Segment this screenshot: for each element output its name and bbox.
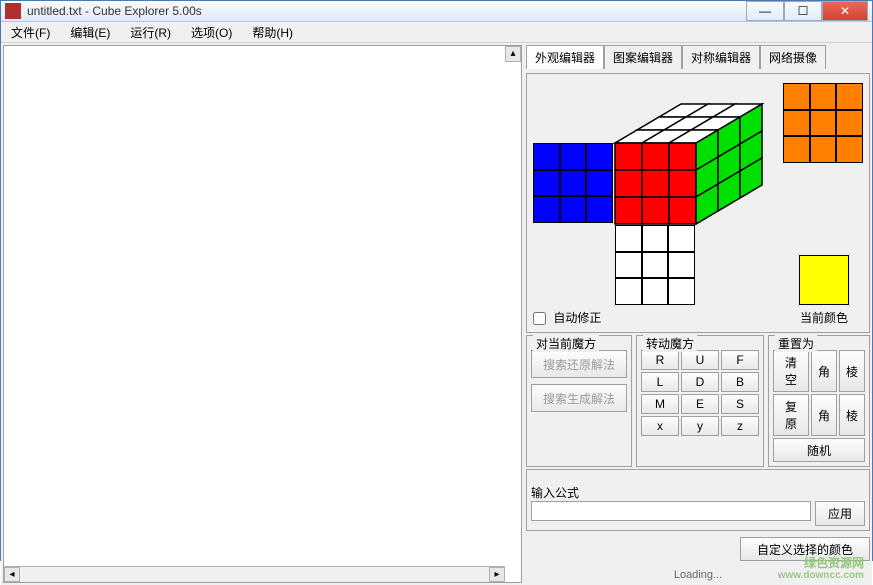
formula-input[interactable] bbox=[531, 501, 811, 521]
turn-R-button[interactable]: R bbox=[641, 350, 679, 370]
scroll-left-button[interactable]: ◂ bbox=[4, 567, 20, 582]
titlebar: untitled.txt - Cube Explorer 5.00s — ☐ ✕ bbox=[1, 1, 872, 22]
menubar: 文件(F) 编辑(E) 运行(R) 选项(O) 帮助(H) bbox=[1, 22, 872, 43]
reset-edge-button-1[interactable]: 棱 bbox=[839, 350, 865, 392]
turn-E-button[interactable]: E bbox=[681, 394, 719, 414]
reset-edge-button-2[interactable]: 棱 bbox=[839, 394, 865, 436]
loading-status: Loading... bbox=[526, 567, 870, 583]
reset-random-button[interactable]: 随机 bbox=[773, 438, 865, 462]
face-back[interactable] bbox=[783, 83, 863, 163]
menu-file[interactable]: 文件(F) bbox=[5, 22, 56, 43]
menu-run[interactable]: 运行(R) bbox=[124, 22, 177, 43]
group-formula-legend: 输入公式 bbox=[531, 486, 579, 500]
reset-clear-button[interactable]: 清空 bbox=[773, 350, 809, 392]
face-front[interactable] bbox=[615, 143, 696, 224]
auto-fix-checkbox[interactable]: 自动修正 bbox=[533, 311, 601, 325]
search-restore-button[interactable]: 搜索还原解法 bbox=[531, 350, 627, 378]
turn-M-button[interactable]: M bbox=[641, 394, 679, 414]
tab-appearance[interactable]: 外观编辑器 bbox=[526, 45, 604, 69]
tab-row: 外观编辑器 图案编辑器 对称编辑器 网络摄像 bbox=[526, 45, 870, 69]
reset-corner-button-2[interactable]: 角 bbox=[811, 394, 837, 436]
group-turn-legend: 转动魔方 bbox=[643, 335, 697, 352]
group-reset-legend: 重置为 bbox=[775, 335, 817, 352]
tab-webcam[interactable]: 网络摄像 bbox=[760, 45, 826, 69]
app-icon bbox=[5, 3, 21, 19]
custom-color-button[interactable]: 自定义选择的颜色 bbox=[740, 537, 870, 561]
turn-L-button[interactable]: L bbox=[641, 372, 679, 392]
turn-B-button[interactable]: B bbox=[721, 372, 759, 392]
turn-y-button[interactable]: y bbox=[681, 416, 719, 436]
search-generate-button[interactable]: 搜索生成解法 bbox=[531, 384, 627, 412]
scroll-right-button[interactable]: ▸ bbox=[489, 567, 505, 582]
current-color-swatch[interactable] bbox=[799, 255, 849, 305]
tab-symmetry[interactable]: 对称编辑器 bbox=[682, 45, 760, 69]
scroll-up-button[interactable]: ▴ bbox=[505, 46, 521, 62]
turn-U-button[interactable]: U bbox=[681, 350, 719, 370]
reset-restore-button[interactable]: 复原 bbox=[773, 394, 809, 436]
turn-F-button[interactable]: F bbox=[721, 350, 759, 370]
current-color-label: 当前颜色 bbox=[799, 309, 849, 326]
face-down[interactable] bbox=[615, 225, 695, 305]
window-title: untitled.txt - Cube Explorer 5.00s bbox=[27, 4, 746, 18]
turn-x-button[interactable]: x bbox=[641, 416, 679, 436]
group-current-legend: 对当前魔方 bbox=[533, 335, 599, 352]
maximize-button[interactable]: ☐ bbox=[784, 1, 822, 21]
menu-options[interactable]: 选项(O) bbox=[185, 22, 238, 43]
cube-panel: 自动修正 当前颜色 bbox=[526, 73, 870, 333]
turn-D-button[interactable]: D bbox=[681, 372, 719, 392]
text-editor-pane[interactable]: ▴ ◂ ▸ bbox=[3, 45, 522, 583]
turn-z-button[interactable]: z bbox=[721, 416, 759, 436]
minimize-button[interactable]: — bbox=[746, 1, 784, 21]
reset-corner-button-1[interactable]: 角 bbox=[811, 350, 837, 392]
close-button[interactable]: ✕ bbox=[822, 1, 868, 21]
formula-apply-button[interactable]: 应用 bbox=[815, 501, 865, 526]
face-left[interactable] bbox=[533, 143, 613, 223]
tab-pattern[interactable]: 图案编辑器 bbox=[604, 45, 682, 69]
menu-edit[interactable]: 编辑(E) bbox=[64, 22, 116, 43]
turn-S-button[interactable]: S bbox=[721, 394, 759, 414]
hscroll-track[interactable] bbox=[20, 567, 489, 582]
menu-help[interactable]: 帮助(H) bbox=[246, 22, 299, 43]
